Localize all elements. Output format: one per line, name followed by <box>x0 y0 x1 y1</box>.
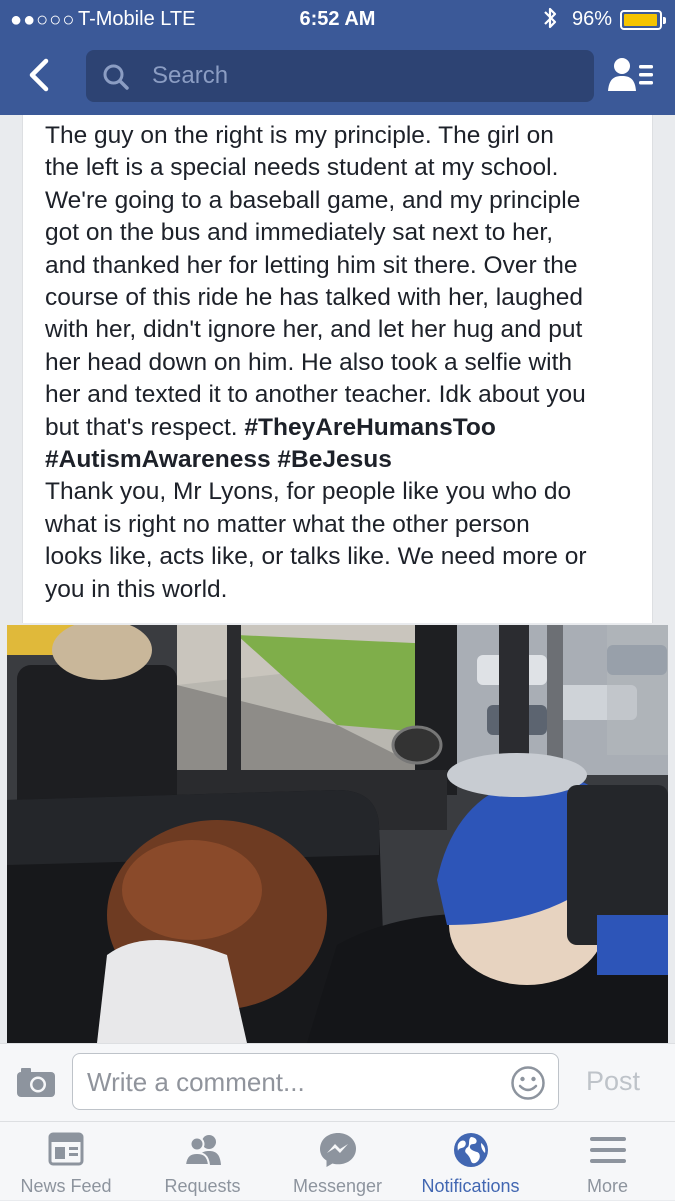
post-comment-button[interactable]: Post <box>586 1066 640 1097</box>
battery-icon <box>620 10 666 30</box>
post-line: #AutismAwareness #BeJesus <box>45 444 645 476</box>
post-line: the left is a special needs student at m… <box>45 154 559 182</box>
search-bar[interactable] <box>86 50 594 102</box>
post-card: The guy on the right is my principle. Th… <box>22 115 653 623</box>
bluetooth-icon <box>542 6 558 36</box>
post-line: and thanked her for letting him sit ther… <box>45 251 578 279</box>
post-photo[interactable] <box>7 625 668 1043</box>
status-bar: ●●○○○ T-Mobile LTE 6:52 AM 96% <box>0 0 675 40</box>
tab-label: More <box>586 1176 628 1196</box>
post-line: got on the bus and immediately sat next … <box>45 219 554 247</box>
news-feed-icon <box>46 1131 86 1169</box>
post-line: what is right no matter what the other p… <box>45 510 530 538</box>
tab-notifications[interactable]: Notifications <box>403 1122 538 1201</box>
globe-icon <box>451 1131 491 1169</box>
battery-percent: 96% <box>572 8 613 30</box>
friend-requests-icon <box>183 1131 223 1169</box>
hashtag-link[interactable]: #BeJesus <box>277 446 391 473</box>
bottom-tab-bar: News Feed Requests Messenger Notificatio… <box>0 1121 675 1200</box>
post-line: you in this world. <box>45 575 228 603</box>
back-button[interactable] <box>22 57 58 93</box>
post-line: her head down on him. He also took a sel… <box>45 348 573 376</box>
hashtag-link[interactable]: #TheyAreHumansToo <box>244 414 495 441</box>
comment-bar: Post <box>0 1043 675 1121</box>
tab-label: Notifications <box>421 1176 520 1196</box>
tab-label: News Feed <box>20 1176 112 1196</box>
tab-label: Requests <box>164 1176 241 1196</box>
post-line: The guy on the right is my principle. Th… <box>45 122 554 149</box>
search-input[interactable] <box>152 58 572 94</box>
tab-requests[interactable]: Requests <box>135 1122 270 1201</box>
friends-list-icon <box>608 58 653 91</box>
emoji-icon[interactable] <box>510 1065 546 1101</box>
post-line: Thank you, Mr Lyons, for people like you… <box>45 478 572 506</box>
nav-bar <box>0 45 675 107</box>
post-line: her and texted it to another teacher. Id… <box>45 381 586 409</box>
chevron-left-icon <box>29 58 49 92</box>
bus-interior-photo <box>7 625 668 1043</box>
tab-more[interactable]: More <box>540 1122 675 1201</box>
hashtag-link[interactable]: #AutismAwareness <box>45 446 271 473</box>
tab-news-feed[interactable]: News Feed <box>0 1122 132 1201</box>
friends-list-button[interactable] <box>606 55 656 95</box>
post-line: with her, didn't ignore her, and let her… <box>45 316 583 344</box>
comment-field-wrapper[interactable] <box>72 1053 559 1110</box>
tab-messenger[interactable]: Messenger <box>270 1122 405 1201</box>
post-text-fragment: but that's respect. <box>45 413 245 441</box>
post-line: We're going to a baseball game, and my p… <box>45 186 581 214</box>
post-line: course of this ride he has talked with h… <box>45 284 583 312</box>
search-icon <box>102 63 130 91</box>
post-line: but that's respect. #TheyAreHumansToo <box>45 412 645 444</box>
top-header: ●●○○○ T-Mobile LTE 6:52 AM 96% <box>0 0 675 115</box>
tab-label: Messenger <box>292 1176 383 1196</box>
camera-button[interactable] <box>16 1066 56 1098</box>
post-body: The guy on the right is my principle. Th… <box>45 120 645 606</box>
messenger-icon <box>318 1131 358 1169</box>
post-line: looks like, acts like, or talks like. We… <box>45 543 587 571</box>
comment-input[interactable] <box>87 1064 497 1100</box>
camera-icon <box>17 1068 55 1097</box>
menu-icon <box>588 1131 628 1169</box>
